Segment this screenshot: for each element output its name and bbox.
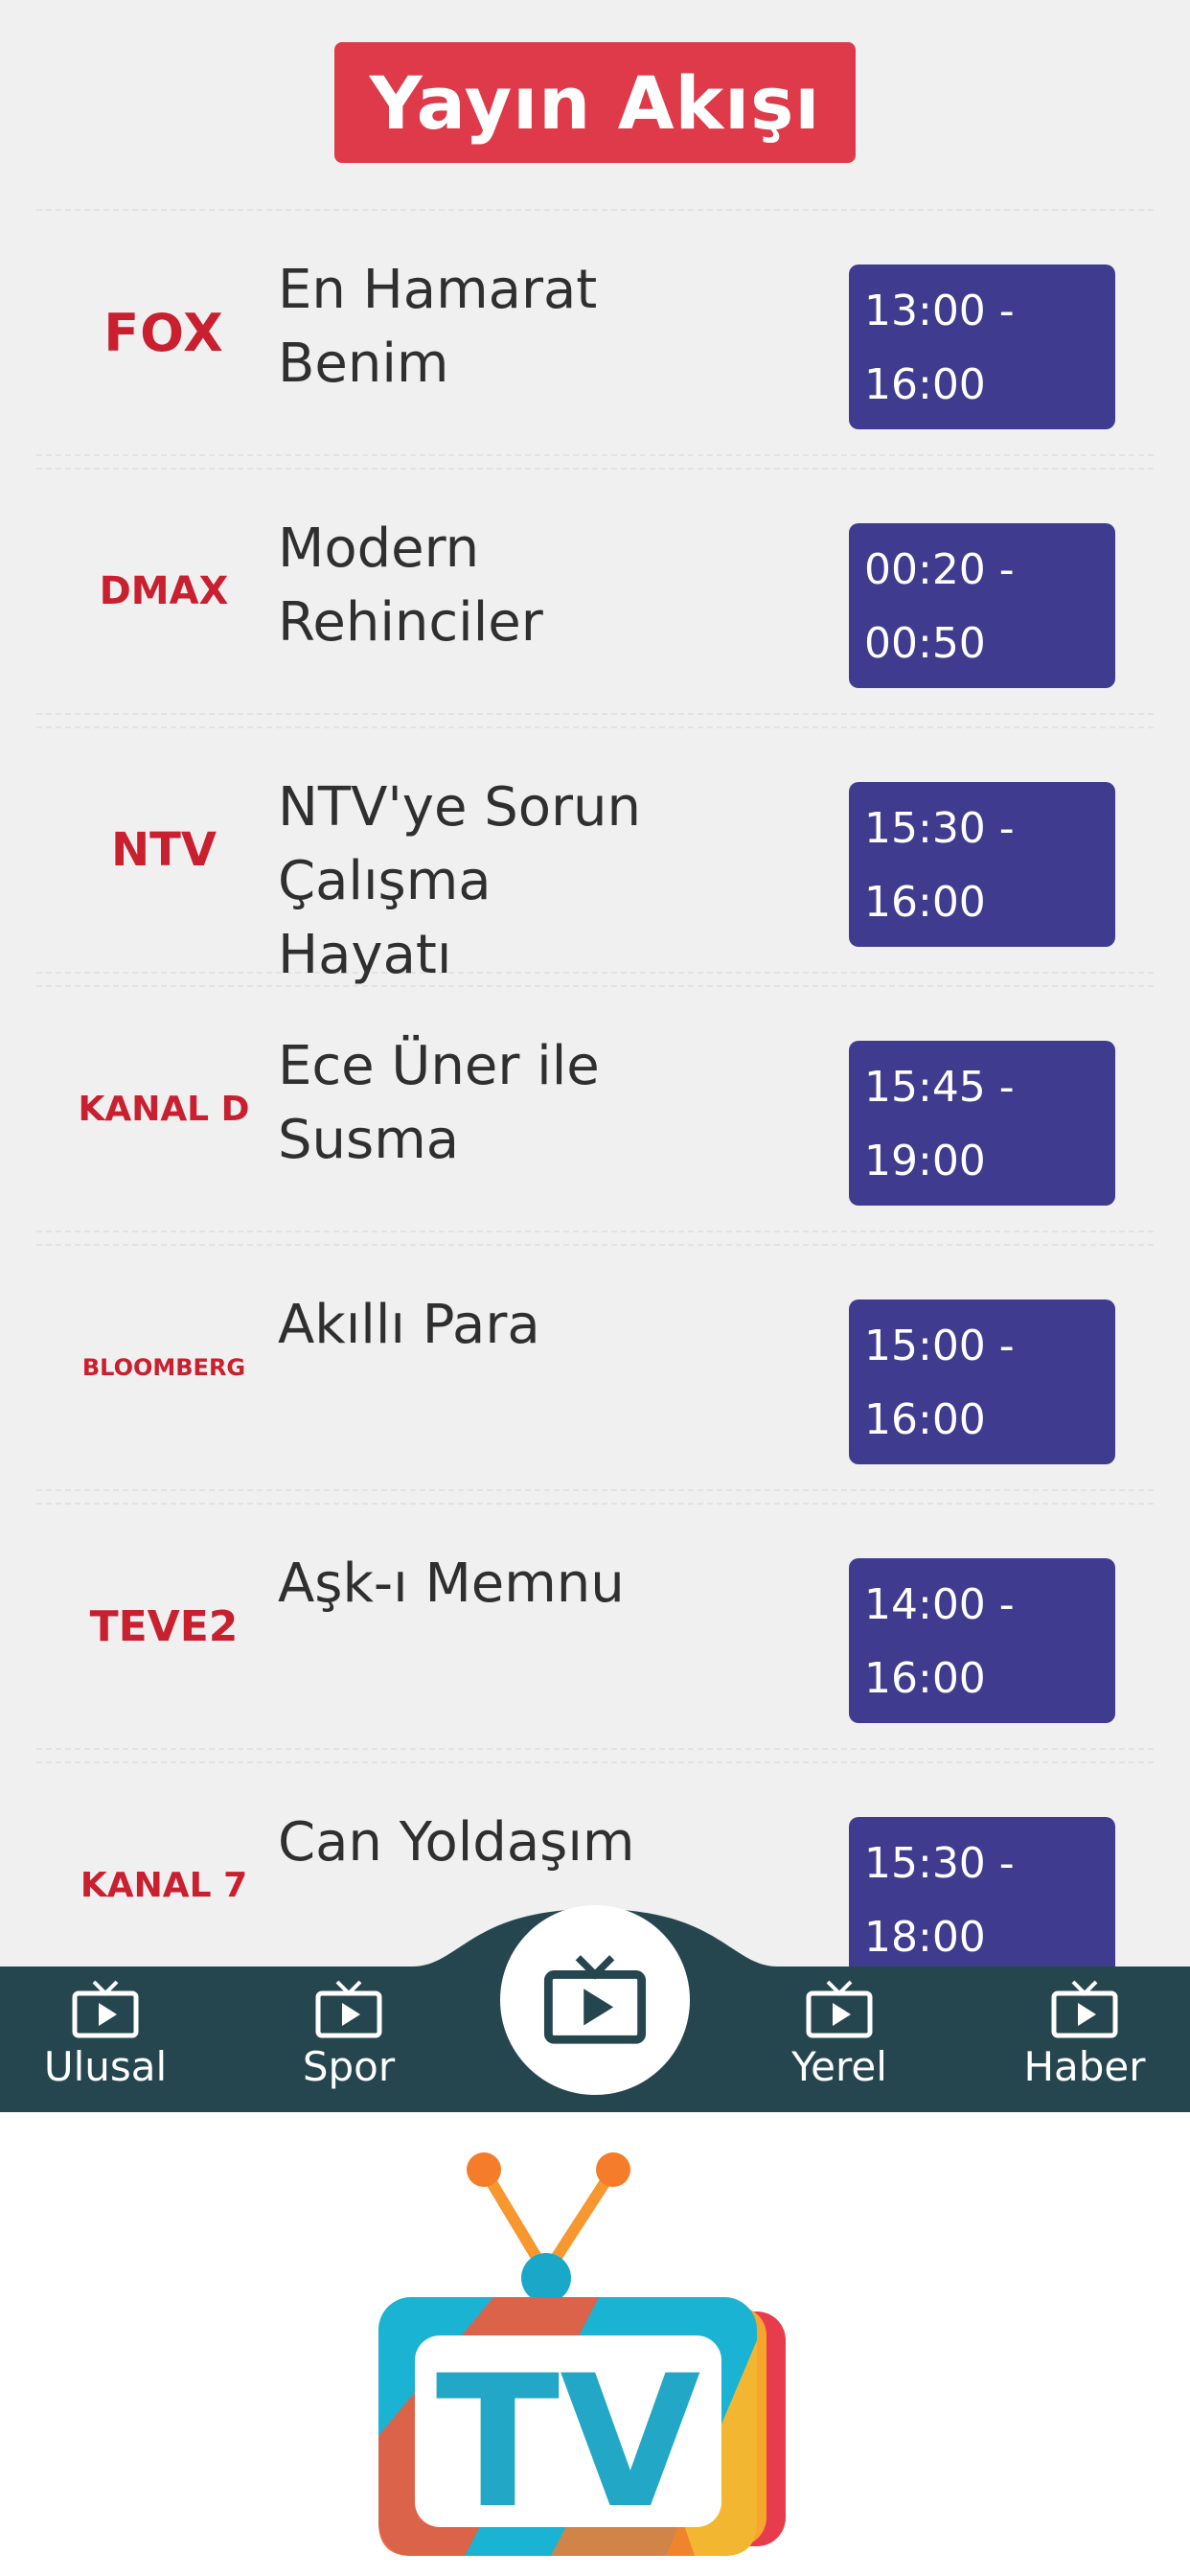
list-item[interactable]: DMAX Modern Rehinciler 00:20 - 00:50 — [36, 468, 1154, 715]
program-title: NTV'ye Sorun Çalışma Hayatı — [278, 776, 642, 986]
channel-logo: BLOOMBERG — [81, 1354, 246, 1381]
program-title: Aşk-ı Memnu — [278, 1552, 625, 1615]
page-title: Yayın Akışı — [334, 42, 856, 163]
schedule-list[interactable]: FOX En Hamarat Benim 13:00 - 16:00 DMAX … — [36, 209, 1154, 1966]
list-item[interactable]: NTV NTV'ye Sorun Çalışma Hayatı 15:30 - … — [36, 726, 1154, 986]
tv-logo-icon: TV — [378, 2152, 786, 2556]
channel-logo: FOX — [103, 302, 224, 363]
time-badge: 15:30 - 16:00 — [849, 782, 1115, 947]
tab-center-tv-button[interactable] — [500, 1905, 690, 2095]
tv-play-icon — [806, 1980, 873, 2038]
list-item[interactable]: BLOOMBERG Akıllı Para 15:00 - 16:00 — [36, 1244, 1154, 1491]
list-item[interactable]: FOX En Hamarat Benim 13:00 - 16:00 — [36, 209, 1154, 456]
tab-spor[interactable]: Spor — [267, 1980, 430, 2104]
time-badge: 15:45 - 19:00 — [849, 1041, 1115, 1206]
tab-ulusal[interactable]: Ulusal — [24, 1980, 187, 2104]
tv-play-icon — [543, 1955, 647, 2044]
tab-label: Yerel — [791, 2043, 887, 2090]
tab-label: Ulusal — [43, 2043, 168, 2090]
program-title: Ece Üner ile Susma — [278, 1035, 600, 1171]
channel-logo: TEVE2 — [89, 1601, 239, 1651]
time-badge: 00:20 - 00:50 — [849, 523, 1115, 688]
tab-haber[interactable]: Haber — [1003, 1980, 1166, 2104]
channel-logo: DMAX — [99, 569, 229, 613]
tv-play-icon — [1051, 1980, 1118, 2038]
tv-logo-text: TV — [436, 2336, 701, 2548]
header: Yayın Akışı — [0, 42, 1190, 163]
channel-logo: KANAL D — [78, 1089, 250, 1129]
tab-label: Spor — [302, 2043, 396, 2090]
channel-logo: NTV — [110, 823, 217, 877]
tv-play-icon — [72, 1980, 139, 2038]
tab-label: Haber — [1023, 2043, 1146, 2090]
brand-area: TV — [0, 2112, 1190, 2576]
list-item[interactable]: KANAL D Ece Üner ile Susma 15:45 - 19:00 — [36, 985, 1154, 1232]
time-badge: 15:00 - 16:00 — [849, 1300, 1115, 1464]
time-badge: 14:00 - 16:00 — [849, 1558, 1115, 1723]
program-title: En Hamarat Benim — [278, 259, 598, 395]
list-item[interactable]: TEVE2 Aşk-ı Memnu 14:00 - 16:00 — [36, 1503, 1154, 1750]
tab-yerel[interactable]: Yerel — [758, 1980, 921, 2104]
program-title: Modern Rehinciler — [278, 518, 543, 654]
program-title: Akıllı Para — [278, 1294, 540, 1356]
tv-play-icon — [315, 1980, 382, 2038]
time-badge: 13:00 - 16:00 — [849, 264, 1115, 429]
program-title: Can Yoldaşım — [278, 1811, 635, 1874]
